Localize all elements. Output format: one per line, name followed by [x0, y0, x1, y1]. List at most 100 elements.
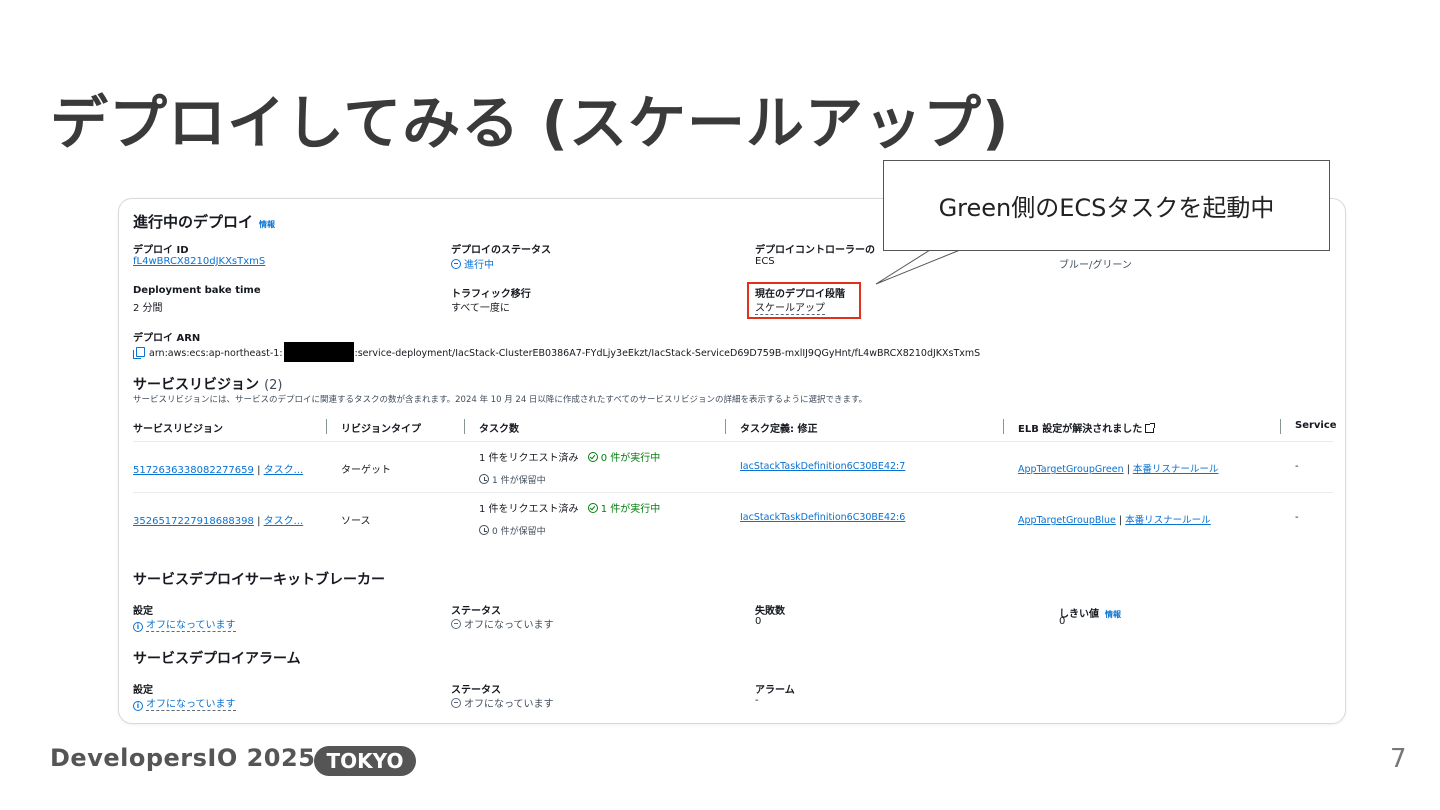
check-icon	[587, 452, 598, 462]
redacted-account-id	[283, 342, 354, 362]
threshold-info-link[interactable]: 情報	[1105, 610, 1121, 619]
controller-label: デプロイコントローラーの	[755, 245, 875, 256]
threshold-value: 0	[1059, 616, 1066, 627]
revision-id-link[interactable]: 3526517227918688398	[133, 516, 254, 527]
task-count-pending: 0 件が保留中	[479, 524, 546, 537]
info-icon: i	[133, 622, 143, 632]
external-link-icon	[1145, 423, 1156, 433]
col-header-service[interactable]: Service	[1295, 420, 1337, 431]
deploy-heading-row: 進行中のデプロイ 情報	[133, 211, 275, 232]
alarm-setting-value: オフになっています	[146, 699, 236, 711]
requested-text: 1 件をリクエスト済み	[479, 453, 579, 464]
alarm-status-value: オフになっています	[464, 699, 554, 710]
breaker-setting[interactable]: i オフになっています	[133, 616, 236, 632]
running-status: 1 件が実行中	[587, 503, 661, 515]
slide-title: デプロイしてみる (スケールアップ)	[50, 89, 1010, 157]
running-text: 1 件が実行中	[600, 504, 661, 515]
revisions-heading: サービスリビジョン	[133, 377, 259, 393]
traffic-value: すべて一度に	[451, 303, 510, 314]
breaker-setting-label: 設定	[133, 606, 153, 617]
elb-config: AppTargetGroupBlue | 本番リスナールール	[1018, 515, 1211, 526]
callout: Green側のECSタスクを起動中	[883, 160, 1330, 251]
stage-label: 現在のデプロイ段階	[755, 289, 845, 300]
target-group-link[interactable]: AppTargetGroupBlue	[1018, 515, 1116, 526]
col-header-task-def[interactable]: タスク定義: 修正	[740, 420, 817, 435]
threshold-label-row: しきい値 情報	[1059, 602, 1121, 621]
revision-id-link[interactable]: 5172636338082277659	[133, 465, 254, 476]
elb-config: AppTargetGroupGreen | 本番リスナールール	[1018, 464, 1219, 475]
breaker-status-label: ステータス	[451, 606, 501, 617]
revisions-count: (2)	[264, 378, 283, 393]
bake-time-label: Deployment bake time	[133, 285, 261, 296]
col-divider	[725, 419, 726, 434]
copy-icon[interactable]	[133, 347, 145, 359]
col-header-type[interactable]: リビジョンタイプ	[341, 420, 421, 435]
breaker-setting-value: オフになっています	[146, 620, 236, 632]
arn-row: arn:aws:ecs:ap-northeast-1: :service-depl…	[133, 342, 980, 362]
alarm-heading: サービスデプロイアラーム	[133, 651, 301, 667]
deploy-heading: 進行中のデプロイ	[133, 213, 254, 231]
breaker-heading: サービスデプロイサーキットブレーカー	[133, 572, 385, 588]
pending-text: 0 件が保留中	[492, 527, 546, 537]
pending-text: 1 件が保留中	[492, 476, 546, 486]
arn-suffix: :service-deployment/IacStack-ClusterEB03…	[354, 348, 981, 359]
strategy-value: ブルー/グリーン	[1059, 260, 1132, 271]
breaker-status-value: オフになっています	[464, 620, 554, 631]
table-row: 5172636338082277659 | タスク...	[133, 465, 304, 476]
header-divider	[133, 441, 1333, 442]
alarm-setting[interactable]: i オフになっています	[133, 695, 236, 711]
alarm-status: オフになっています	[451, 695, 554, 710]
deploy-status-value: 進行中	[464, 260, 494, 271]
running-text: 0 件が実行中	[600, 453, 661, 464]
brand-badge: TOKYO	[314, 746, 416, 776]
requested-text: 1 件をリクエスト済み	[479, 504, 579, 515]
col-divider	[1003, 419, 1004, 434]
listener-rule-link[interactable]: 本番リスナールール	[1125, 515, 1211, 526]
target-group-link[interactable]: AppTargetGroupGreen	[1018, 464, 1124, 475]
stopped-icon	[451, 619, 461, 629]
col-header-elb-label: ELB 設定が解決されました	[1018, 424, 1143, 435]
info-icon: i	[133, 701, 143, 711]
task-definition-link[interactable]: IacStackTaskDefinition6C30BE42:7	[740, 461, 905, 472]
listener-rule-link[interactable]: 本番リスナールール	[1133, 464, 1219, 475]
col-header-task-count[interactable]: タスク数	[479, 420, 519, 435]
brand-logo: DevelopersIO 2025	[50, 744, 316, 772]
task-count-requested: 1 件をリクエスト済み 1 件が実行中	[479, 500, 660, 515]
clock-icon	[479, 474, 489, 484]
controller-value: ECS	[755, 256, 775, 267]
revision-task-link[interactable]: タスク...	[264, 465, 304, 476]
col-divider	[326, 419, 327, 434]
alarms-label: アラーム	[755, 685, 795, 696]
alarm-setting-label: 設定	[133, 685, 153, 696]
row-divider	[133, 492, 1333, 493]
in-progress-icon	[451, 259, 461, 269]
revision-type: ソース	[341, 516, 371, 527]
service-value: -	[1295, 461, 1299, 472]
col-divider	[464, 419, 465, 434]
failures-value: 0	[755, 616, 762, 627]
deployment-panel: 進行中のデプロイ 情報 デプロイ ID fL4wBRCX8210dJKXsTxmS…	[118, 198, 1346, 724]
clock-icon	[479, 525, 489, 535]
table-row: 3526517227918688398 | タスク...	[133, 516, 304, 527]
revisions-description: サービスリビジョンには、サービスのデプロイに関連するタスクの数が含まれます。20…	[133, 395, 868, 405]
page-number: 7	[1390, 744, 1407, 774]
traffic-label: トラフィック移行	[451, 289, 531, 300]
stage-value: スケールアップ	[755, 299, 825, 315]
col-header-revision[interactable]: サービスリビジョン	[133, 420, 223, 435]
task-definition-link[interactable]: IacStackTaskDefinition6C30BE42:6	[740, 512, 905, 523]
arn-prefix: arn:aws:ecs:ap-northeast-1:	[149, 348, 283, 359]
service-value: -	[1295, 512, 1299, 523]
deploy-id-link[interactable]: fL4wBRCX8210dJKXsTxmS	[133, 256, 265, 267]
col-divider	[1280, 419, 1281, 434]
task-count-requested: 1 件をリクエスト済み 0 件が実行中	[479, 449, 660, 464]
stage-value-text: スケールアップ	[755, 303, 825, 315]
deploy-status-label: デプロイのステータス	[451, 245, 551, 256]
revision-task-link[interactable]: タスク...	[264, 516, 304, 527]
alarms-value: -	[755, 695, 759, 706]
running-status: 0 件が実行中	[587, 452, 661, 464]
deploy-info-link[interactable]: 情報	[259, 220, 275, 229]
col-header-elb[interactable]: ELB 設定が解決されました	[1018, 420, 1156, 435]
breaker-status: オフになっています	[451, 616, 554, 631]
check-icon	[587, 503, 598, 513]
revision-type: ターゲット	[341, 465, 391, 476]
